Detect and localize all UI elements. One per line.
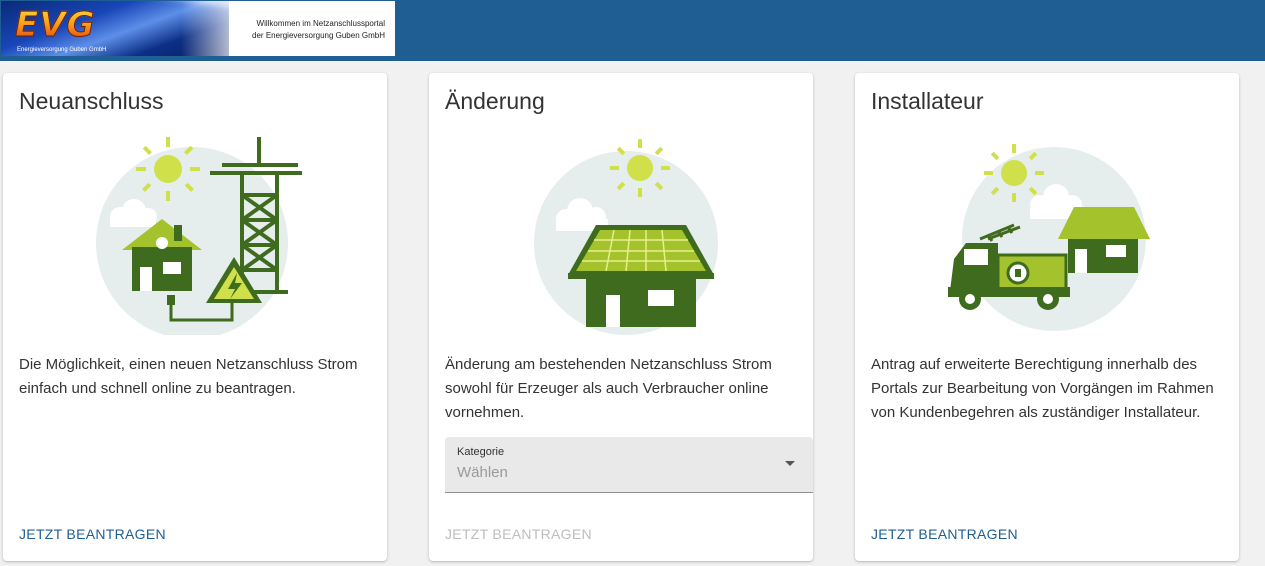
card-installateur: Installateur Antrag auf erweiterte Berec… xyxy=(855,73,1239,561)
welcome-text: Willkommen im Netzanschlussportal der En… xyxy=(225,18,385,42)
apply-button[interactable]: JETZT BEANTRAGEN xyxy=(19,526,166,542)
dropdown-arrow-icon[interactable] xyxy=(785,461,795,466)
logo-subtitle: Energieversorgung Guben GmbH xyxy=(17,47,107,53)
house-power-tower-icon xyxy=(96,137,302,335)
category-select[interactable]: Kategorie Wählen xyxy=(445,437,813,493)
installer-truck-icon xyxy=(948,144,1150,331)
card-title: Neuanschluss xyxy=(19,88,164,114)
header-bar: EVG Energieversorgung Guben GmbH Willkom… xyxy=(0,0,1265,61)
card-aenderung: Änderung Änderung am bestehenden Netzans… xyxy=(429,73,813,561)
card-description: Antrag auf erweiterte Berechtigung inner… xyxy=(871,356,1214,421)
card-description: Änderung am bestehenden Netzanschluss St… xyxy=(445,356,772,421)
welcome-line-2: der Energieversorgung Guben GmbH xyxy=(252,31,385,40)
card-neuanschluss: Neuanschluss Die Möglichkeit, einen neue… xyxy=(3,73,387,561)
card-title: Installateur xyxy=(871,88,984,114)
card-title: Änderung xyxy=(445,88,545,114)
apply-button[interactable]: JETZT BEANTRAGEN xyxy=(871,526,1018,542)
welcome-line-1: Willkommen im Netzanschlussportal xyxy=(256,19,385,28)
logo-letters: EVG xyxy=(14,5,96,45)
apply-button-disabled: JETZT BEANTRAGEN xyxy=(445,526,592,542)
category-placeholder: Wählen xyxy=(457,464,508,481)
card-description: Die Möglichkeit, einen neuen Netzanschlu… xyxy=(19,356,358,397)
evg-logo[interactable]: EVG Energieversorgung Guben GmbH Willkom… xyxy=(1,1,395,56)
category-label: Kategorie xyxy=(457,446,505,458)
solar-house-icon xyxy=(534,139,718,335)
